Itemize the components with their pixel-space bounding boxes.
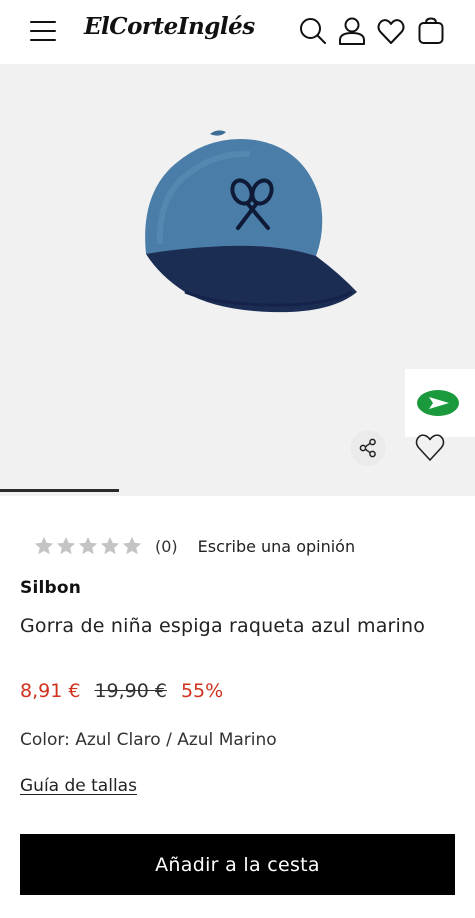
star-icon [122, 536, 142, 555]
share-icon [359, 438, 376, 458]
star-icon [56, 536, 76, 555]
bag-icon[interactable] [416, 16, 446, 46]
product-image-cap [145, 130, 357, 313]
add-to-cart-button[interactable]: Añadir a la cesta [20, 834, 455, 895]
star-icon [78, 536, 98, 555]
star-icon [100, 536, 120, 555]
heart-icon[interactable] [376, 16, 406, 46]
price-row: 8,91 € 19,90 € 55% [20, 680, 223, 702]
price-original: 19,90 € [94, 680, 167, 702]
review-count: (0) [155, 536, 178, 556]
heart-outline-icon [415, 434, 445, 461]
menu-icon[interactable] [30, 20, 56, 42]
product-gallery[interactable] [0, 64, 475, 496]
color-label: Color: Azul Claro / Azul Marino [20, 730, 277, 750]
write-review-link[interactable]: Escribe una opinión [198, 537, 355, 556]
rating-row: (0) Escribe una opinión [33, 535, 355, 557]
user-icon[interactable] [337, 16, 367, 46]
whatsapp-button[interactable] [405, 369, 475, 437]
search-icon[interactable] [298, 16, 328, 46]
add-to-favorites-button[interactable] [413, 430, 447, 464]
product-brand[interactable]: Silbon [20, 578, 81, 598]
site-header: ElCorteInglés [0, 0, 475, 64]
price-current: 8,91 € [20, 680, 81, 702]
brand-logo[interactable]: ElCorteInglés [84, 13, 255, 40]
whatsapp-icon [417, 390, 459, 416]
rating-stars[interactable] [33, 535, 143, 557]
star-icon [34, 536, 54, 555]
gallery-progress-indicator [0, 489, 119, 492]
share-button[interactable] [350, 430, 386, 466]
discount-badge: 55% [180, 680, 224, 702]
size-guide-link[interactable]: Guía de tallas [20, 776, 137, 796]
product-title: Gorra de niña espiga raqueta azul marino [20, 615, 426, 637]
